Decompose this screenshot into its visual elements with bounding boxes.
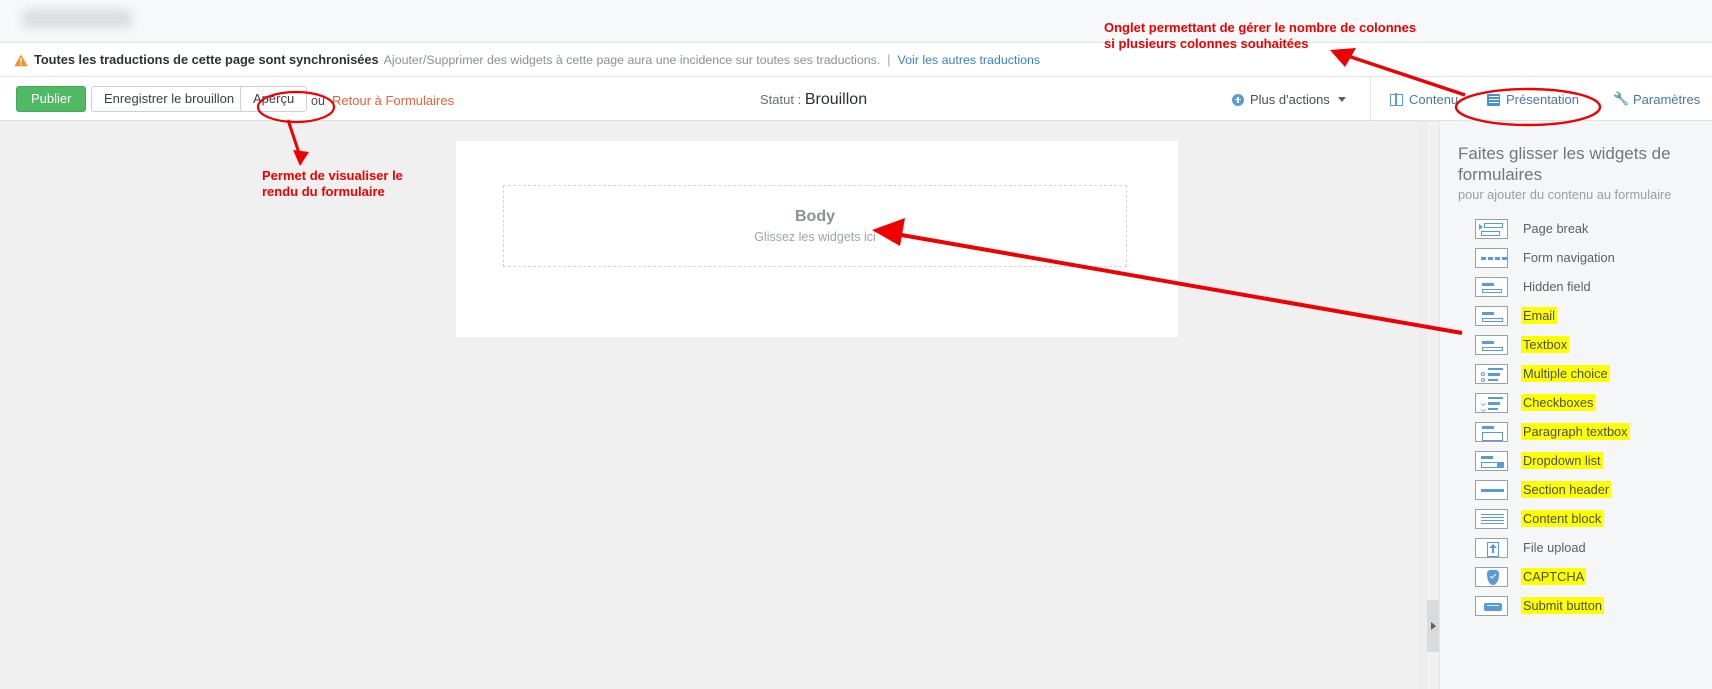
save-draft-button[interactable]: Enregistrer le brouillon bbox=[91, 86, 247, 112]
widget-item-page-break[interactable]: Page break bbox=[1458, 214, 1712, 243]
window-title-bar bbox=[0, 0, 1712, 43]
publish-button[interactable]: Publier bbox=[16, 86, 86, 112]
widget-item-dropdown-list[interactable]: Dropdown list bbox=[1458, 446, 1712, 475]
notice-bold-text: Toutes les traductions de cette page son… bbox=[34, 52, 379, 67]
widget-item-content-block[interactable]: Content block bbox=[1458, 504, 1712, 533]
form-card: Body Glissez les widgets ici bbox=[456, 141, 1178, 337]
view-other-translations-link[interactable]: Voir les autres traductions bbox=[898, 53, 1041, 67]
textbox-icon bbox=[1475, 335, 1508, 355]
layout-grid-icon bbox=[1487, 94, 1500, 106]
or-label: ou bbox=[311, 94, 325, 108]
file-upload-icon bbox=[1475, 538, 1508, 558]
status-label: Statut : bbox=[760, 92, 801, 107]
notice-separator: | bbox=[887, 53, 890, 67]
widget-label: Multiple choice bbox=[1521, 365, 1610, 382]
widget-label: Dropdown list bbox=[1521, 452, 1603, 469]
hidden-field-icon bbox=[1475, 277, 1508, 297]
widget-item-textbox[interactable]: Textbox bbox=[1458, 330, 1712, 359]
more-actions-menu[interactable]: Plus d'actions bbox=[1232, 92, 1346, 107]
widget-item-section-header[interactable]: Section header bbox=[1458, 475, 1712, 504]
back-to-forms-link[interactable]: Retour à Formulaires bbox=[332, 93, 454, 108]
tab-parametres-label: Paramètres bbox=[1633, 92, 1700, 107]
widget-label: Checkboxes bbox=[1521, 394, 1595, 411]
status-indicator: Statut : Brouillon bbox=[760, 91, 867, 109]
email-field-icon bbox=[1475, 306, 1508, 326]
canvas-scrollbar[interactable] bbox=[1418, 121, 1427, 689]
tab-contenu-label: Contenu bbox=[1409, 92, 1458, 107]
widget-item-paragraph-textbox[interactable]: Paragraph textbox bbox=[1458, 417, 1712, 446]
radio-group-icon bbox=[1475, 364, 1508, 384]
tab-presentation-label: Présentation bbox=[1506, 92, 1579, 107]
widget-label: File upload bbox=[1521, 539, 1588, 556]
more-actions-label: Plus d'actions bbox=[1250, 92, 1330, 107]
widget-label: Email bbox=[1521, 307, 1557, 324]
sidebar-collapse-handle[interactable] bbox=[1427, 600, 1439, 652]
widget-item-captcha[interactable]: CAPTCHA bbox=[1458, 562, 1712, 591]
checkbox-group-icon bbox=[1475, 393, 1508, 413]
widget-label: Textbox bbox=[1521, 336, 1569, 353]
sidebar-title: Faites glisser les widgets de formulaire… bbox=[1458, 143, 1683, 185]
form-navigation-icon bbox=[1475, 248, 1508, 268]
status-value: Brouillon bbox=[805, 91, 867, 108]
widget-label: Form navigation bbox=[1521, 249, 1617, 266]
columns-icon bbox=[1390, 94, 1403, 106]
body-drop-title: Body bbox=[795, 208, 835, 226]
warning-triangle-icon bbox=[14, 54, 28, 67]
widget-label: CAPTCHA bbox=[1521, 568, 1586, 585]
widget-label: Submit button bbox=[1521, 597, 1604, 614]
widgets-sidebar: Faites glisser les widgets de formulaire… bbox=[1439, 121, 1712, 689]
widget-label: Section header bbox=[1521, 481, 1611, 498]
widget-label: Hidden field bbox=[1521, 278, 1593, 295]
preview-button[interactable]: Aperçu bbox=[240, 86, 307, 112]
dropdown-list-icon bbox=[1475, 451, 1508, 471]
captcha-shield-icon bbox=[1475, 567, 1508, 587]
translation-notice-bar: Toutes les traductions de cette page son… bbox=[0, 43, 1712, 77]
toolbar-divider bbox=[1370, 77, 1371, 121]
chevron-right-icon bbox=[1431, 622, 1436, 630]
annotation-text-preview: Permet de visualiser le rendu du formula… bbox=[262, 168, 412, 199]
widget-item-multiple-choice[interactable]: Multiple choice bbox=[1458, 359, 1712, 388]
widget-item-checkboxes[interactable]: Checkboxes bbox=[1458, 388, 1712, 417]
content-block-icon bbox=[1475, 509, 1508, 529]
tab-presentation[interactable]: Présentation bbox=[1487, 92, 1579, 107]
body-drop-zone[interactable]: Body Glissez les widgets ici bbox=[503, 185, 1127, 267]
tab-contenu[interactable]: Contenu bbox=[1390, 92, 1458, 107]
widget-item-form-navigation[interactable]: Form navigation bbox=[1458, 243, 1712, 272]
wrench-icon bbox=[1613, 93, 1627, 107]
page-break-icon bbox=[1475, 219, 1508, 239]
widget-label: Page break bbox=[1521, 220, 1590, 237]
plus-circle-icon bbox=[1232, 94, 1244, 106]
widget-item-email[interactable]: Email bbox=[1458, 301, 1712, 330]
sidebar-subtitle: pour ajouter du contenu au formulaire bbox=[1458, 187, 1712, 202]
action-toolbar: Publier Enregistrer le brouillon Aperçu … bbox=[0, 77, 1712, 121]
body-drop-hint: Glissez les widgets ici bbox=[754, 230, 876, 244]
notice-detail-text: Ajouter/Supprimer des widgets à cette pa… bbox=[384, 53, 881, 67]
annotation-text-presentation: Onglet permettant de gérer le nombre de … bbox=[1104, 20, 1424, 51]
submit-button-icon bbox=[1475, 596, 1508, 616]
widget-label: Paragraph textbox bbox=[1521, 423, 1630, 440]
widget-item-submit-button[interactable]: Submit button bbox=[1458, 591, 1712, 620]
redacted-page-title bbox=[22, 9, 132, 28]
widget-label: Content block bbox=[1521, 510, 1603, 527]
widget-item-hidden-field[interactable]: Hidden field bbox=[1458, 272, 1712, 301]
widget-item-file-upload[interactable]: File upload bbox=[1458, 533, 1712, 562]
tab-parametres[interactable]: Paramètres bbox=[1613, 92, 1700, 107]
paragraph-textbox-icon bbox=[1475, 422, 1508, 442]
chevron-down-icon bbox=[1338, 97, 1346, 102]
section-header-icon bbox=[1475, 480, 1508, 500]
form-canvas: Body Glissez les widgets ici bbox=[0, 121, 1435, 689]
